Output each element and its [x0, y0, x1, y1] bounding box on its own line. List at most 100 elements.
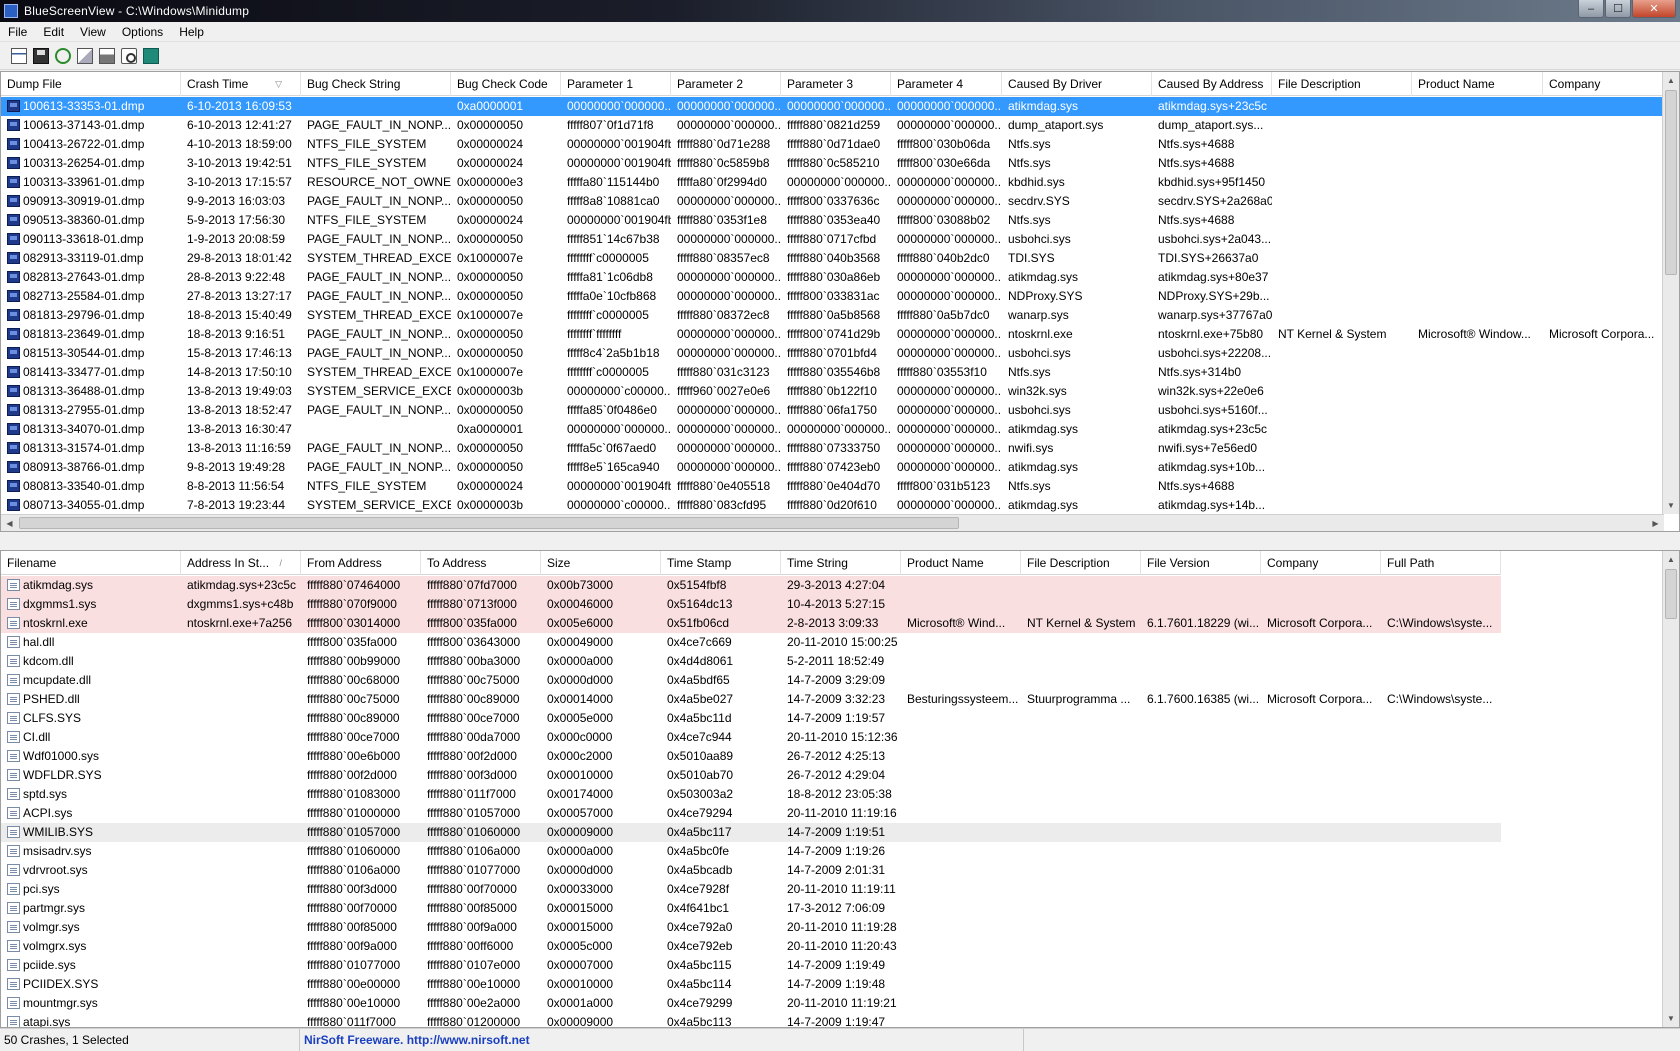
driver-row[interactable]: CLFS.SYS fffff880`00c89000 fffff880`00ce70… [1, 709, 1501, 728]
scroll-left-arrow-icon[interactable]: ◀ [1, 515, 18, 531]
crash-row[interactable]: 080913-38766-01.dmp 9-8-2013 19:49:28 PAGE… [1, 458, 1664, 477]
menu-options[interactable]: Options [114, 22, 171, 42]
crash-row[interactable]: 082713-25584-01.dmp 27-8-2013 13:27:17 PAG… [1, 287, 1664, 306]
scroll-down-arrow-icon[interactable]: ▼ [1663, 1010, 1679, 1027]
crash-list-hscroll[interactable]: ◀ ▶ [1, 514, 1664, 531]
minimize-button[interactable]: – [1578, 0, 1604, 18]
exit-button[interactable] [140, 45, 162, 67]
crash-col-header[interactable]: Bug Check Code [451, 72, 561, 96]
driver-row[interactable]: mountmgr.sys fffff880`00e10000 fffff880`00… [1, 994, 1501, 1013]
driver-list-vscroll[interactable]: ▲ ▼ [1662, 551, 1679, 1027]
driver-row[interactable]: ntoskrnl.exe ntoskrnl.exe+7a256 fffff800`0… [1, 614, 1501, 633]
crash-row[interactable]: 080813-33540-01.dmp 8-8-2013 11:56:54 NTFS… [1, 477, 1664, 496]
crash-col-header[interactable]: Caused By Address [1152, 72, 1272, 96]
menu-view[interactable]: View [72, 22, 114, 42]
crash-row[interactable]: 090113-33618-01.dmp 1-9-2013 20:08:59 PAGE… [1, 230, 1664, 249]
scroll-thumb[interactable] [1665, 569, 1677, 619]
save-button[interactable] [30, 45, 52, 67]
driver-row[interactable]: mcupdate.dll fffff880`00c68000 fffff880`00… [1, 671, 1501, 690]
crash-col-header[interactable]: Bug Check String [301, 72, 451, 96]
crash-row[interactable]: 081513-30544-01.dmp 15-8-2013 17:46:13 PAG… [1, 344, 1664, 363]
menu-edit[interactable]: Edit [35, 22, 72, 42]
driver-col-header[interactable]: Filename [1, 551, 181, 575]
driver-col-header[interactable]: File Description [1021, 551, 1141, 575]
scroll-thumb[interactable] [1665, 90, 1677, 275]
driver-row[interactable]: WDFLDR.SYS fffff880`00f2d000 fffff880`00f3… [1, 766, 1501, 785]
hscroll-thumb[interactable] [19, 517, 959, 529]
scroll-up-arrow-icon[interactable]: ▲ [1663, 551, 1679, 568]
scroll-down-arrow-icon[interactable]: ▼ [1663, 497, 1679, 514]
driver-col-header[interactable]: Size [541, 551, 661, 575]
crash-row[interactable]: 100613-37143-01.dmp 6-10-2013 12:41:27 PAG… [1, 116, 1664, 135]
driver-row[interactable]: pciide.sys fffff880`01077000 fffff880`0107… [1, 956, 1501, 975]
crash-col-header[interactable]: Parameter 3 [781, 72, 891, 96]
crash-col-header[interactable]: Parameter 2 [671, 72, 781, 96]
crash-row[interactable]: 090913-30919-01.dmp 9-9-2013 16:03:03 PAGE… [1, 192, 1664, 211]
driver-row[interactable]: vdrvroot.sys fffff880`0106a000 fffff880`01… [1, 861, 1501, 880]
crash-col-header[interactable]: Company [1543, 72, 1664, 96]
close-button[interactable]: ✕ [1632, 0, 1676, 18]
driver-row[interactable]: Wdf01000.sys fffff880`00e6b000 fffff880`00… [1, 747, 1501, 766]
driver-row[interactable]: CI.dll fffff880`00ce7000 fffff880`00da7000… [1, 728, 1501, 747]
nirsoft-link[interactable]: NirSoft Freeware. http://www.nirsoft.net [300, 1028, 1024, 1051]
crash-row[interactable]: 081413-33477-01.dmp 14-8-2013 17:50:10 SYS… [1, 363, 1664, 382]
crash-col-header[interactable]: File Description [1272, 72, 1412, 96]
scroll-right-arrow-icon[interactable]: ▶ [1647, 515, 1664, 531]
driver-col-header[interactable]: From Address [301, 551, 421, 575]
driver-col-header[interactable]: To Address [421, 551, 541, 575]
crash-col-header[interactable]: Caused By Driver [1002, 72, 1152, 96]
crash-col-header[interactable]: Product Name [1412, 72, 1543, 96]
crash-row[interactable]: 100613-33353-01.dmp 6-10-2013 16:09:53 0xa… [1, 97, 1664, 116]
driver-row[interactable]: pci.sys fffff880`00f3d000 fffff880`00f7000… [1, 880, 1501, 899]
crash-row[interactable]: 100413-26722-01.dmp 4-10-2013 18:59:00 NTF… [1, 135, 1664, 154]
html-report-button[interactable] [96, 45, 118, 67]
crash-row[interactable]: 080713-34055-01.dmp 7-8-2013 19:23:44 SYST… [1, 496, 1664, 515]
crash-row[interactable]: 081313-31574-01.dmp 13-8-2013 11:16:59 PAG… [1, 439, 1664, 458]
crash-row[interactable]: 100313-33961-01.dmp 3-10-2013 17:15:57 RES… [1, 173, 1664, 192]
driver-row[interactable]: PSHED.dll fffff880`00c75000 fffff880`00c89… [1, 690, 1501, 709]
crash-row[interactable]: 082913-33119-01.dmp 29-8-2013 18:01:42 SYS… [1, 249, 1664, 268]
driver-row[interactable]: volmgrx.sys fffff880`00f9a000 fffff880`00f… [1, 937, 1501, 956]
driver-col-header[interactable]: Time String [781, 551, 901, 575]
find-button[interactable] [118, 45, 140, 67]
driver-col-header[interactable]: Company [1261, 551, 1381, 575]
menu-help[interactable]: Help [171, 22, 212, 42]
driver-row[interactable]: hal.dll fffff800`035fa000 fffff800`0364300… [1, 633, 1501, 652]
crash-col-header[interactable]: Parameter 1 [561, 72, 671, 96]
driver-row[interactable]: atapi.sys fffff880`011f7000 fffff880`01200… [1, 1013, 1501, 1027]
driver-row[interactable]: sptd.sys fffff880`01083000 fffff880`011f70… [1, 785, 1501, 804]
crash-row[interactable]: 100313-26254-01.dmp 3-10-2013 19:42:51 NTF… [1, 154, 1664, 173]
driver-row[interactable]: WMILIB.SYS fffff880`01057000 fffff880`0106… [1, 823, 1501, 842]
scroll-up-arrow-icon[interactable]: ▲ [1663, 72, 1679, 89]
driver-col-header[interactable]: File Version [1141, 551, 1261, 575]
crash-row[interactable]: 081813-29796-01.dmp 18-8-2013 15:40:49 SYS… [1, 306, 1664, 325]
crash-row[interactable]: 081313-36488-01.dmp 13-8-2013 19:49:03 SYS… [1, 382, 1664, 401]
crash-row[interactable]: 082813-27643-01.dmp 28-8-2013 9:22:48 PAGE… [1, 268, 1664, 287]
driver-col-header[interactable]: Time Stamp [661, 551, 781, 575]
driver-col-header[interactable]: Full Path [1381, 551, 1501, 575]
driver-row[interactable]: atikmdag.sys atikmdag.sys+23c5c fffff880`0… [1, 576, 1501, 595]
driver-row[interactable]: PCIIDEX.SYS fffff880`00e00000 fffff880`00e… [1, 975, 1501, 994]
driver-col-header[interactable]: Address In St... / [181, 551, 301, 575]
menu-file[interactable]: File [0, 22, 35, 42]
driver-col-header[interactable]: Product Name [901, 551, 1021, 575]
refresh-button[interactable] [52, 45, 74, 67]
crash-row[interactable]: 081313-34070-01.dmp 13-8-2013 16:30:47 0xa… [1, 420, 1664, 439]
crash-row[interactable]: 081313-27955-01.dmp 13-8-2013 18:52:47 PAG… [1, 401, 1664, 420]
driver-row[interactable]: msisadrv.sys fffff880`01060000 fffff880`01… [1, 842, 1501, 861]
driver-row[interactable]: ACPI.sys fffff880`01000000 fffff880`010570… [1, 804, 1501, 823]
crash-row[interactable]: 090513-38360-01.dmp 5-9-2013 17:56:30 NTFS… [1, 211, 1664, 230]
maximize-button[interactable]: ☐ [1605, 0, 1631, 18]
pane-splitter[interactable] [0, 532, 1680, 550]
driver-row[interactable]: kdcom.dll fffff880`00b99000 fffff880`00ba3… [1, 652, 1501, 671]
driver-row[interactable]: dxgmms1.sys dxgmms1.sys+c48b fffff880`070f… [1, 595, 1501, 614]
crash-col-header[interactable]: Crash Time ▽ [181, 72, 301, 96]
copy-button[interactable] [74, 45, 96, 67]
driver-row[interactable]: partmgr.sys fffff880`00f70000 fffff880`00f… [1, 899, 1501, 918]
crash-list-vscroll[interactable]: ▲ ▼ [1662, 72, 1679, 514]
properties-button[interactable] [8, 45, 30, 67]
crash-col-header[interactable]: Dump File [1, 72, 181, 96]
crash-col-header[interactable]: Parameter 4 [891, 72, 1002, 96]
driver-row[interactable]: volmgr.sys fffff880`00f85000 fffff880`00f9… [1, 918, 1501, 937]
crash-row[interactable]: 081813-23649-01.dmp 18-8-2013 9:16:51 PAGE… [1, 325, 1664, 344]
